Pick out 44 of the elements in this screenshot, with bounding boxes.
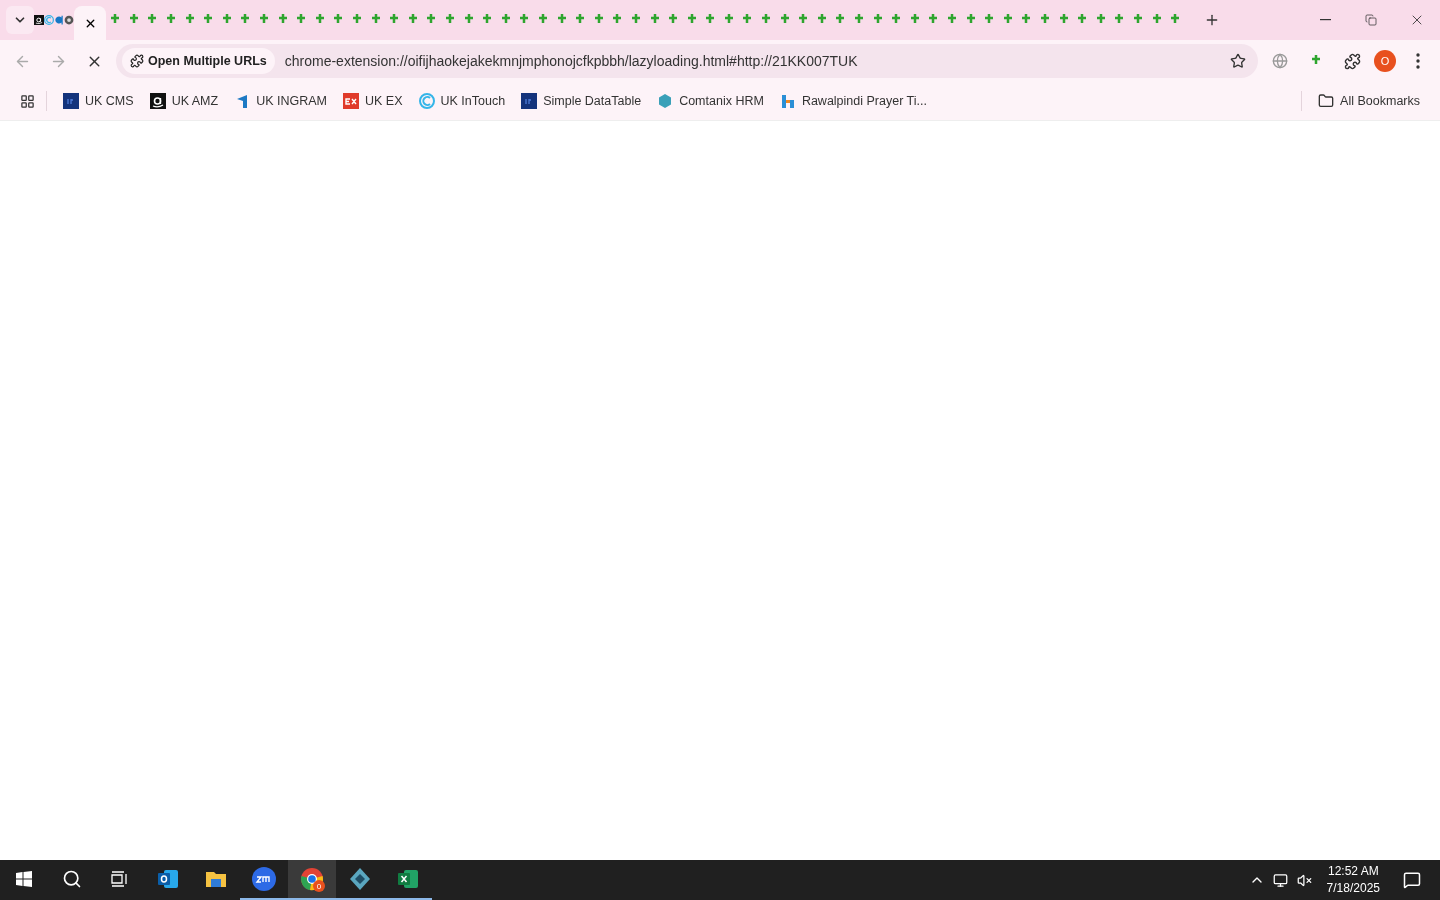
address-url[interactable]: chrome-extension://oifijhaokejakekmnjmphonojcfkpbbh/lazyloading.html#http://21KK007TUK xyxy=(284,53,1214,69)
taskbar-app[interactable]: 0 xyxy=(288,860,336,900)
more-icon xyxy=(1416,53,1420,69)
bookmark-item[interactable]: Simple DataTable xyxy=(513,89,650,113)
c-logo-icon xyxy=(44,12,54,28)
amazon-logo-icon xyxy=(149,93,166,109)
minimize-icon xyxy=(1319,19,1331,21)
df-logo-icon xyxy=(63,93,79,109)
star-icon xyxy=(1230,53,1246,69)
speaker-muted-icon xyxy=(1297,872,1313,888)
restore-icon xyxy=(1365,14,1377,26)
network-icon xyxy=(1273,872,1289,888)
spreadsheet-app-icon xyxy=(396,867,420,891)
c-logo-icon xyxy=(418,93,435,109)
bookmark-item[interactable]: UK CMS xyxy=(55,89,142,113)
puzzle-icon xyxy=(1343,52,1361,70)
profile-avatar[interactable]: O xyxy=(1374,50,1396,72)
hexagon-logo-icon xyxy=(657,93,674,109)
windows-logo-icon xyxy=(16,871,32,887)
puzzle-icon xyxy=(130,54,144,68)
globe-icon xyxy=(1272,53,1288,69)
diamond-app-icon xyxy=(348,867,372,891)
bookmark-item[interactable]: UK InTouch xyxy=(410,89,514,113)
zm-app-icon xyxy=(251,866,277,892)
extension-chip[interactable]: Open Multiple URLs xyxy=(122,48,275,74)
bookmark-item[interactable]: UK INGRAM xyxy=(226,89,335,113)
df-logo-icon xyxy=(521,93,538,109)
grid-icon xyxy=(19,93,35,109)
amazon-logo-icon xyxy=(34,12,44,28)
folder-icon xyxy=(1318,93,1335,109)
notifications-icon xyxy=(1403,871,1421,889)
clock-date: 7/18/2025 xyxy=(1326,880,1380,897)
all-bookmarks-button[interactable]: All Bookmarks xyxy=(1310,89,1428,113)
clock-time: 12:52 AM xyxy=(1327,863,1379,880)
ex-logo-icon xyxy=(343,93,359,109)
bookmark-item[interactable]: Rawalpindi Prayer Ti... xyxy=(771,89,935,113)
bookmark-item[interactable]: UK EX xyxy=(335,89,411,113)
bookmark-item[interactable]: Comtanix HRM xyxy=(649,89,772,113)
mail-app-icon xyxy=(156,867,180,891)
task-view-icon xyxy=(111,871,129,887)
search-icon xyxy=(62,869,82,889)
notification-badge: 0 xyxy=(313,880,325,892)
h-logo-icon xyxy=(779,93,796,109)
bookmark-item[interactable]: UK AMZ xyxy=(141,89,227,113)
